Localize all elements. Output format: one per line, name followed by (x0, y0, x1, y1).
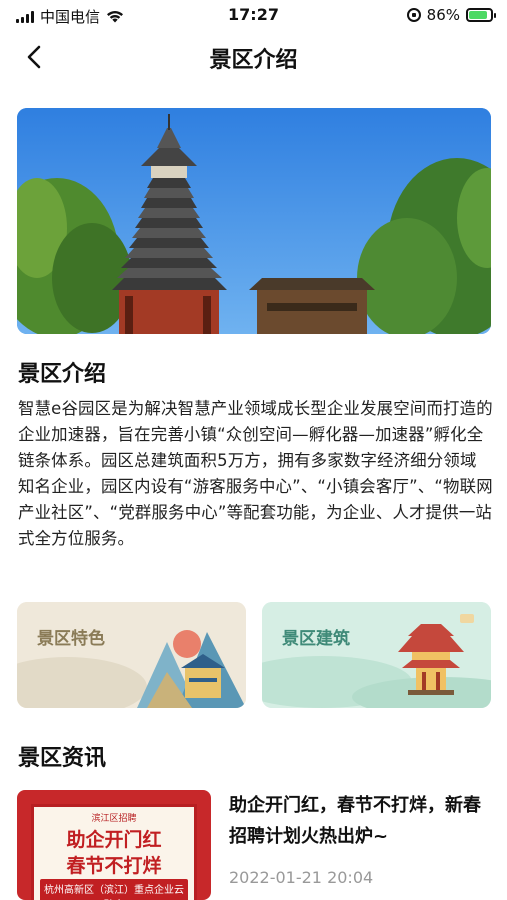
status-bar: 中国电信 17:27 86% (0, 0, 507, 30)
news-heading: 景区资讯 (18, 746, 107, 771)
battery-icon (466, 8, 496, 22)
thumb-top-text: 滨江区招聘 (91, 814, 137, 824)
status-right: 86% (406, 6, 496, 24)
news-thumbnail: 滨江区招聘 助企开门红 春节不打烊 杭州高新区（滨江）重点企业云聘会 (17, 790, 211, 900)
battery-percent: 86% (426, 6, 460, 24)
card-scenic-features[interactable]: 景区特色 (17, 602, 246, 708)
page-title: 景区介绍 (209, 48, 298, 73)
feature-cards: 景区特色 景区建筑 (17, 602, 491, 708)
card-label-features: 景区特色 (37, 629, 105, 649)
thumb-line-1: 助企开门红 (66, 829, 162, 851)
news-item[interactable]: 滨江区招聘 助企开门红 春节不打烊 杭州高新区（滨江）重点企业云聘会 助企开门红… (17, 790, 491, 900)
orientation-lock-icon (406, 8, 421, 22)
card-scenic-architecture[interactable]: 景区建筑 (262, 602, 491, 708)
card-label-architecture: 景区建筑 (282, 629, 350, 649)
thumb-line-3: 杭州高新区（滨江）重点企业云聘会 (40, 879, 188, 900)
pavilion-illustration-icon (262, 602, 491, 708)
news-date: 2022-01-21 20:04 (229, 868, 374, 887)
landscape-illustration-icon (17, 602, 246, 708)
intro-text: 智慧e谷园区是为解决智慧产业领域成长型企业发展空间而打造的企业加速器，旨在完善小… (18, 399, 493, 548)
news-title: 助企开门红，春节不打烊，新春招聘计划火热出炉~ (229, 795, 481, 847)
hero-image (17, 108, 491, 334)
thumb-line-2: 春节不打烊 (66, 855, 162, 877)
intro-heading: 景区介绍 (18, 362, 107, 387)
nav-bar: 景区介绍 (0, 34, 507, 80)
